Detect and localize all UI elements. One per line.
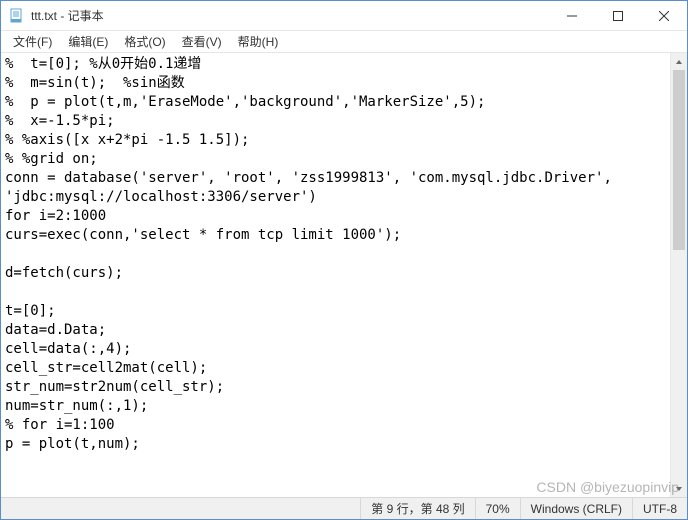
- scroll-track[interactable]: [671, 70, 687, 480]
- close-button[interactable]: [641, 1, 687, 30]
- status-encoding: UTF-8: [632, 498, 687, 519]
- vertical-scrollbar[interactable]: [670, 53, 687, 497]
- notepad-window: ttt.txt - 记事本 文件(F) 编辑(E) 格式(O) 查看(V) 帮助…: [0, 0, 688, 520]
- menu-help[interactable]: 帮助(H): [230, 31, 287, 52]
- maximize-button[interactable]: [595, 1, 641, 30]
- status-zoom: 70%: [475, 498, 520, 519]
- status-spacer: [1, 498, 360, 519]
- window-controls: [549, 1, 687, 30]
- statusbar: 第 9 行，第 48 列 70% Windows (CRLF) UTF-8: [1, 497, 687, 519]
- status-position: 第 9 行，第 48 列: [360, 498, 474, 519]
- scroll-down-button[interactable]: [671, 480, 687, 497]
- menu-file[interactable]: 文件(F): [5, 31, 60, 52]
- menu-view[interactable]: 查看(V): [174, 31, 230, 52]
- text-editor[interactable]: % t=[0]; %从0开始0.1递增 % m=sin(t); %sin函数 %…: [1, 53, 670, 497]
- menu-format[interactable]: 格式(O): [116, 31, 173, 52]
- titlebar: ttt.txt - 记事本: [1, 1, 687, 31]
- notepad-icon: [9, 8, 25, 24]
- minimize-button[interactable]: [549, 1, 595, 30]
- menu-edit[interactable]: 编辑(E): [60, 31, 116, 52]
- scroll-up-button[interactable]: [671, 53, 687, 70]
- scroll-thumb[interactable]: [673, 70, 685, 250]
- status-line-ending: Windows (CRLF): [520, 498, 632, 519]
- content-area: % t=[0]; %从0开始0.1递增 % m=sin(t); %sin函数 %…: [1, 53, 687, 497]
- window-title: ttt.txt - 记事本: [31, 7, 549, 24]
- menubar: 文件(F) 编辑(E) 格式(O) 查看(V) 帮助(H): [1, 31, 687, 53]
